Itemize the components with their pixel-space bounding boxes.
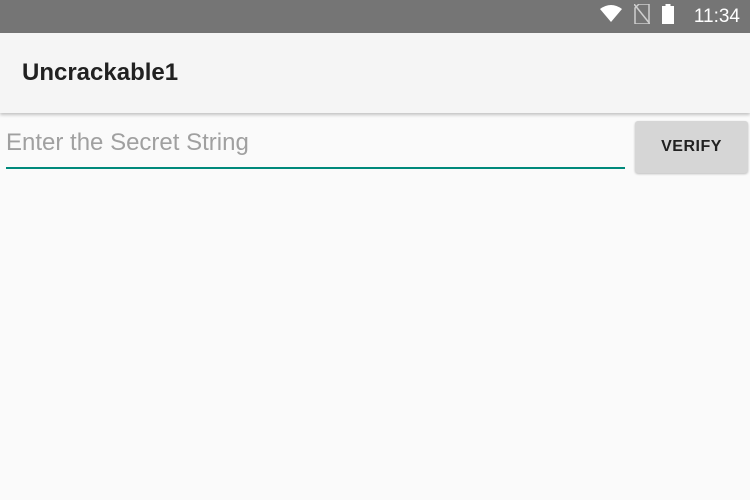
- status-bar: 11:34: [0, 0, 750, 33]
- secret-string-input[interactable]: [6, 125, 625, 169]
- app-title: Uncrackable1: [22, 59, 179, 86]
- no-sim-icon: [633, 3, 651, 29]
- battery-icon: [661, 4, 674, 29]
- verify-button[interactable]: VERIFY: [635, 121, 748, 173]
- wifi-icon: [599, 5, 622, 28]
- status-time: 11:34: [693, 5, 740, 27]
- main-content: VERIFY: [0, 113, 750, 500]
- app-bar: Uncrackable1: [0, 33, 750, 113]
